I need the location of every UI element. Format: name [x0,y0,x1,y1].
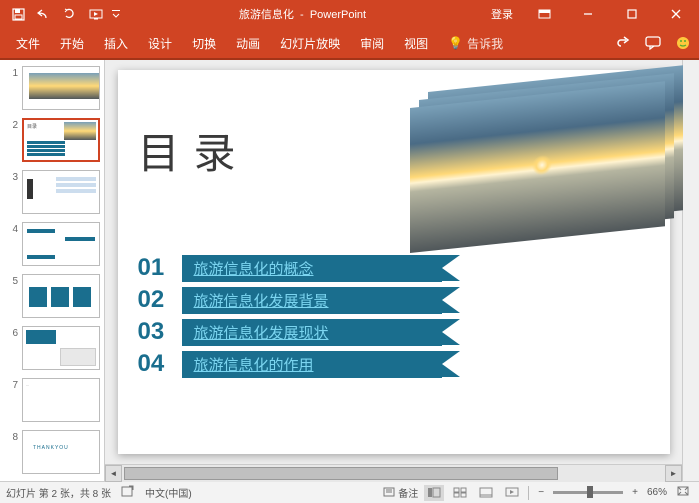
slide-thumbnail[interactable] [22,222,100,266]
tab-animations[interactable]: 动画 [226,28,270,58]
undo-button[interactable] [32,2,56,26]
slide-thumbnail-panel[interactable]: 1 2目录 3 4 5 6 7... 8THANKYOU [0,60,105,481]
thumb-number: 5 [4,274,18,318]
normal-view-button[interactable] [424,485,444,501]
toc-link[interactable]: 旅游信息化发展背景 [182,287,442,314]
lightbulb-icon: 💡 [448,36,463,50]
close-button[interactable] [655,2,697,26]
tab-design[interactable]: 设计 [138,28,182,58]
tab-insert[interactable]: 插入 [94,28,138,58]
slideshow-button[interactable] [502,485,522,501]
tell-me-button[interactable]: 💡告诉我 [438,28,513,58]
slide-counter[interactable]: 幻灯片 第 2 张，共 8 张 [6,485,111,500]
language-button[interactable]: 中文(中国) [145,485,192,500]
slide-canvas-area: 目录 01旅游信息化的概念 02旅游信息化发展背景 03旅游信息化发展现状 04… [105,60,682,481]
toc-item[interactable]: 01旅游信息化的概念 [138,255,442,281]
status-bar: 幻灯片 第 2 张，共 8 张 中文(中国) 备注 − + 66% [0,481,699,503]
slide-sorter-button[interactable] [450,485,470,501]
fit-to-window-button[interactable] [673,485,693,500]
ribbon-tabs: 文件 开始 插入 设计 切换 动画 幻灯片放映 审阅 视图 💡告诉我 [0,28,699,58]
slide-thumbnail[interactable]: THANKYOU [22,430,100,474]
share-button[interactable] [613,33,633,53]
notes-button[interactable]: 备注 [383,485,418,500]
toc-link[interactable]: 旅游信息化发展现状 [182,319,442,346]
title-bar: 旅游信息化 - PowerPoint 登录 [0,0,699,28]
reading-view-button[interactable] [476,485,496,501]
thumb-number: 8 [4,430,18,474]
thumb-number: 4 [4,222,18,266]
workspace: 1 2目录 3 4 5 6 7... 8THANKYOU 目录 01旅游信息化的… [0,60,699,481]
slide-thumbnail[interactable] [22,66,100,110]
slide-thumbnail[interactable] [22,326,100,370]
slide-thumbnail[interactable]: ... [22,378,100,422]
start-from-beginning-button[interactable] [84,2,108,26]
slide-thumbnail[interactable]: 目录 [22,118,100,162]
toc-link[interactable]: 旅游信息化的概念 [182,255,442,282]
thumb-number: 6 [4,326,18,370]
thumb-number: 2 [4,118,18,162]
slide-thumbnail[interactable] [22,274,100,318]
login-button[interactable]: 登录 [483,2,521,26]
comments-button[interactable] [643,33,663,53]
scroll-thumb[interactable] [124,467,558,480]
redo-button[interactable] [58,2,82,26]
save-button[interactable] [6,2,30,26]
spellcheck-button[interactable] [121,485,135,500]
toc-number: 02 [138,286,182,314]
zoom-slider[interactable] [553,491,623,494]
vertical-scrollbar[interactable] [682,60,699,481]
zoom-level[interactable]: 66% [647,487,667,498]
slide-thumbnail[interactable] [22,170,100,214]
toc-list: 01旅游信息化的概念 02旅游信息化发展背景 03旅游信息化发展现状 04旅游信… [138,255,442,383]
tab-transitions[interactable]: 切换 [182,28,226,58]
toc-link[interactable]: 旅游信息化的作用 [182,351,442,378]
slide-image-stack[interactable] [410,100,670,255]
thumb-number: 1 [4,66,18,110]
window-title: 旅游信息化 - PowerPoint [122,6,483,22]
smiley-button[interactable] [673,33,693,53]
horizontal-scrollbar[interactable]: ◄ ► [105,464,682,481]
tab-home[interactable]: 开始 [50,28,94,58]
toc-item[interactable]: 02旅游信息化发展背景 [138,287,442,313]
maximize-button[interactable] [611,2,653,26]
scroll-left-button[interactable]: ◄ [105,465,122,482]
minimize-button[interactable] [567,2,609,26]
slide[interactable]: 目录 01旅游信息化的概念 02旅游信息化发展背景 03旅游信息化发展现状 04… [118,70,670,454]
toc-item[interactable]: 04旅游信息化的作用 [138,351,442,377]
tab-file[interactable]: 文件 [6,28,50,58]
zoom-out-button[interactable]: − [535,487,547,498]
thumb-number: 3 [4,170,18,214]
zoom-in-button[interactable]: + [629,487,641,498]
toc-number: 04 [138,350,182,378]
customize-qat-button[interactable] [110,2,122,26]
toc-number: 03 [138,318,182,346]
toc-item[interactable]: 03旅游信息化发展现状 [138,319,442,345]
ribbon-display-options-button[interactable] [523,2,565,26]
slide-title[interactable]: 目录 [138,120,250,181]
thumb-number: 7 [4,378,18,422]
tab-slideshow[interactable]: 幻灯片放映 [270,28,350,58]
tab-view[interactable]: 视图 [394,28,438,58]
tab-review[interactable]: 审阅 [350,28,394,58]
scroll-right-button[interactable]: ► [665,465,682,482]
toc-number: 01 [138,254,182,282]
